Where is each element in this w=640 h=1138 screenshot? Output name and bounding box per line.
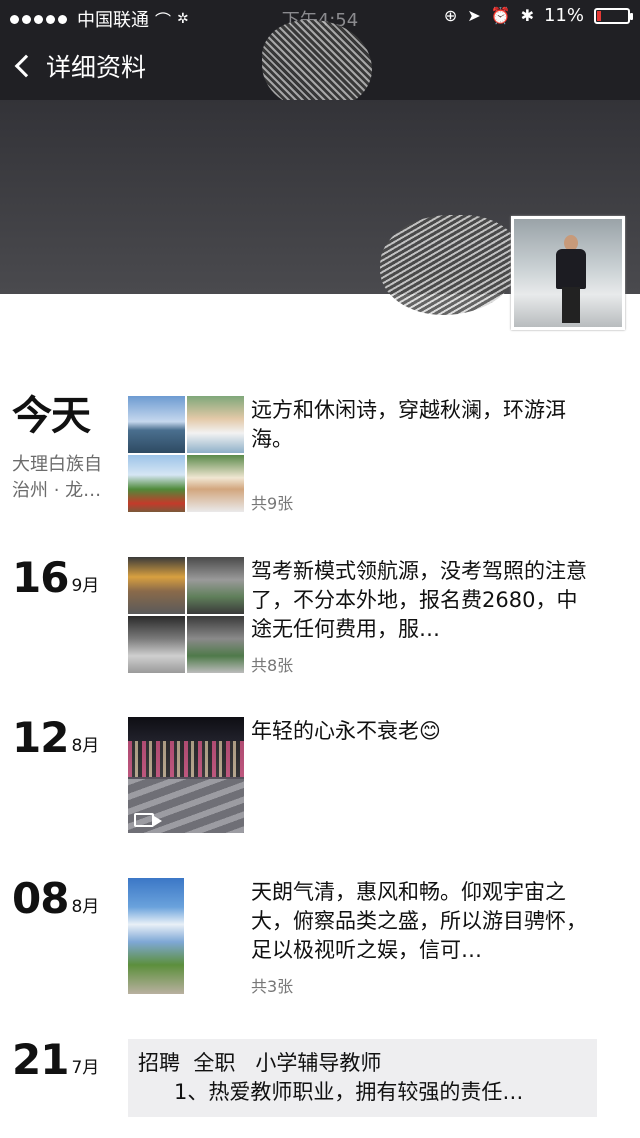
video-thumbnail[interactable] bbox=[128, 717, 244, 833]
post-date: 16 9月 bbox=[12, 557, 122, 599]
photo-thumbnail[interactable] bbox=[128, 616, 185, 673]
post-text: 驾考新模式领航源，没考驾照的注意了，不分本外地，报名费2680，中途无任何费用，… bbox=[251, 559, 587, 641]
photo-thumbnail[interactable] bbox=[187, 396, 244, 453]
post-day: 21 bbox=[12, 1035, 69, 1084]
photo-thumbnail[interactable] bbox=[128, 455, 185, 512]
avatar[interactable] bbox=[511, 216, 625, 330]
post-day: 今天 bbox=[12, 393, 91, 439]
orientation-lock-icon: ⊕ bbox=[443, 6, 458, 25]
photo-thumbnail[interactable] bbox=[187, 557, 244, 614]
post-date: 12 8月 bbox=[12, 717, 122, 759]
post-text: 天朗气清，惠风和畅。仰观宇宙之大，俯察品类之盛，所以游目骋怀，足以极视听之娱，信… bbox=[251, 880, 587, 962]
post-date: 21 7月 bbox=[12, 1039, 122, 1081]
shared-snippet: 1、热爱教师职业，拥有较强的责任… bbox=[174, 1080, 524, 1104]
photo-thumbnail[interactable] bbox=[187, 616, 244, 673]
post-day: 12 bbox=[12, 713, 69, 762]
post-month: 8月 bbox=[71, 897, 100, 917]
photo-grid[interactable] bbox=[128, 557, 244, 673]
photo-grid[interactable] bbox=[128, 396, 244, 512]
photo-thumbnail[interactable] bbox=[187, 455, 244, 512]
post-date: 今天 大理白族自治州 · 龙… bbox=[12, 396, 122, 504]
post-location: 大理白族自治州 · 龙… bbox=[12, 454, 102, 501]
back-button[interactable]: 详细资料 bbox=[14, 48, 147, 84]
photo-thumbnail[interactable] bbox=[128, 878, 184, 994]
photo-count: 共9张 bbox=[251, 494, 294, 513]
photo-thumbnail[interactable] bbox=[128, 557, 185, 614]
photo-count: 共3张 bbox=[251, 977, 294, 996]
back-label: 详细资料 bbox=[46, 53, 147, 82]
battery-fill bbox=[597, 10, 601, 21]
post-month: 7月 bbox=[71, 1058, 100, 1078]
location-icon: ➤ bbox=[467, 6, 481, 25]
post-month: 8月 bbox=[71, 736, 100, 756]
alarm-icon: ⏰ bbox=[490, 6, 511, 25]
post-day: 16 bbox=[12, 553, 69, 602]
status-right: ⊕ ➤ ⏰ ✱ 11% bbox=[443, 5, 633, 26]
shared-article[interactable]: 招聘 全职 小学辅导教师 1、热爱教师职业，拥有较强的责任… bbox=[128, 1039, 597, 1117]
post-text: 远方和休闲诗，穿越秋澜，环游洱海。 bbox=[251, 398, 566, 451]
shared-title: 招聘 全职 小学辅导教师 bbox=[138, 1051, 382, 1075]
redaction-scribble bbox=[380, 215, 520, 315]
post-date: 08 8月 bbox=[12, 878, 122, 920]
battery-icon bbox=[594, 7, 633, 24]
bluetooth-icon: ✱ bbox=[520, 6, 534, 25]
post-day: 08 bbox=[12, 874, 69, 923]
post-month: 9月 bbox=[71, 576, 100, 596]
photo-count: 共8张 bbox=[251, 656, 294, 675]
chevron-left-icon bbox=[14, 54, 38, 78]
post-text: 年轻的心永不衰老😊 bbox=[251, 719, 441, 743]
battery-percent: 11% bbox=[543, 5, 584, 26]
video-camera-icon bbox=[134, 813, 162, 827]
photo-thumbnail[interactable] bbox=[128, 396, 185, 453]
